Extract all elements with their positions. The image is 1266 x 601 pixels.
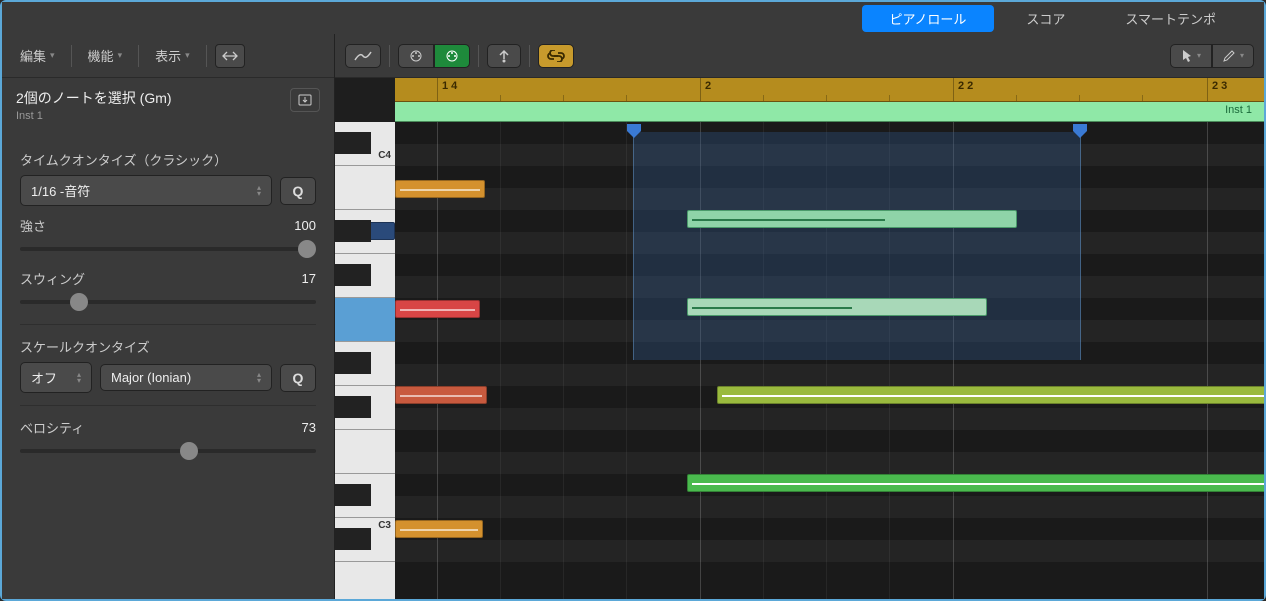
chevron-down-icon: ▾ — [1240, 51, 1244, 60]
chevron-down-icon: ▾ — [118, 50, 123, 61]
scale-quantize-button[interactable]: Q — [280, 364, 316, 392]
tab-piano-roll[interactable]: ピアノロール — [862, 5, 995, 32]
strength-value: 100 — [294, 218, 316, 233]
link-icon[interactable] — [538, 44, 574, 68]
stepper-icon: ▴▾ — [257, 372, 261, 384]
chevron-down-icon: ▾ — [1197, 51, 1201, 60]
quantize-value-dropdown[interactable]: 1/16 -音符 ▴▾ — [20, 175, 272, 206]
chevron-down-icon: ▾ — [50, 50, 55, 61]
tab-score[interactable]: スコア — [998, 5, 1093, 32]
key-c4-label: C4 — [378, 150, 391, 161]
instrument-name: Inst 1 — [16, 110, 172, 122]
swing-label: スウィング — [20, 269, 85, 288]
stepper-icon: ▴▾ — [257, 185, 261, 197]
midi-out-icon[interactable] — [434, 44, 470, 68]
midi-note-selected[interactable] — [687, 210, 1017, 228]
region-bar[interactable]: Inst 1 — [395, 102, 1264, 122]
stepper-icon: ▴▾ — [77, 372, 81, 384]
catch-icon[interactable] — [487, 44, 521, 68]
midi-note[interactable] — [687, 474, 1264, 492]
pencil-tool[interactable]: ▾ — [1212, 44, 1254, 68]
midi-in-icon[interactable] — [398, 44, 434, 68]
note-grid[interactable] — [395, 122, 1264, 599]
selection-title: 2個のノートを選択 (Gm) — [16, 88, 172, 108]
download-button[interactable] — [290, 88, 320, 112]
function-menu[interactable]: 機能▾ — [80, 42, 131, 69]
time-quantize-label: タイムクオンタイズ（クラシック） — [20, 150, 316, 169]
velocity-slider[interactable] — [20, 441, 316, 461]
piano-keyboard[interactable]: C4 C3 — [335, 122, 395, 599]
midi-note-selected[interactable] — [687, 298, 987, 316]
midi-note[interactable] — [717, 386, 1264, 404]
collapse-icon[interactable] — [215, 44, 245, 68]
chevron-down-icon: ▾ — [185, 50, 190, 61]
swing-slider[interactable] — [20, 292, 316, 312]
scale-mode-dropdown[interactable]: Major (Ionian) ▴▾ — [100, 364, 272, 391]
automation-icon[interactable] — [345, 44, 381, 68]
selection-region[interactable] — [633, 132, 1081, 360]
midi-note[interactable] — [395, 386, 487, 404]
view-menu[interactable]: 表示▾ — [147, 42, 198, 69]
velocity-value: 73 — [302, 420, 316, 435]
edit-menu[interactable]: 編集▾ — [12, 42, 63, 69]
quantize-button[interactable]: Q — [280, 177, 316, 205]
tab-smart-tempo[interactable]: スマートテンポ — [1097, 5, 1244, 32]
midi-note[interactable] — [395, 300, 480, 318]
swing-value: 17 — [302, 271, 316, 286]
region-name: Inst 1 — [1225, 104, 1252, 116]
scale-off-dropdown[interactable]: オフ ▴▾ — [20, 362, 92, 393]
key-c3-label: C3 — [378, 520, 391, 531]
midi-note[interactable] — [395, 520, 483, 538]
velocity-label: ベロシティ — [20, 418, 84, 437]
pointer-tool[interactable]: ▾ — [1170, 44, 1212, 68]
timeline-ruler[interactable]: 1 4 2 2 2 2 3 — [395, 78, 1264, 102]
strength-slider[interactable] — [20, 239, 316, 259]
midi-note[interactable] — [395, 180, 485, 198]
strength-label: 強さ — [20, 216, 46, 235]
scale-quantize-label: スケールクオンタイズ — [20, 337, 316, 356]
